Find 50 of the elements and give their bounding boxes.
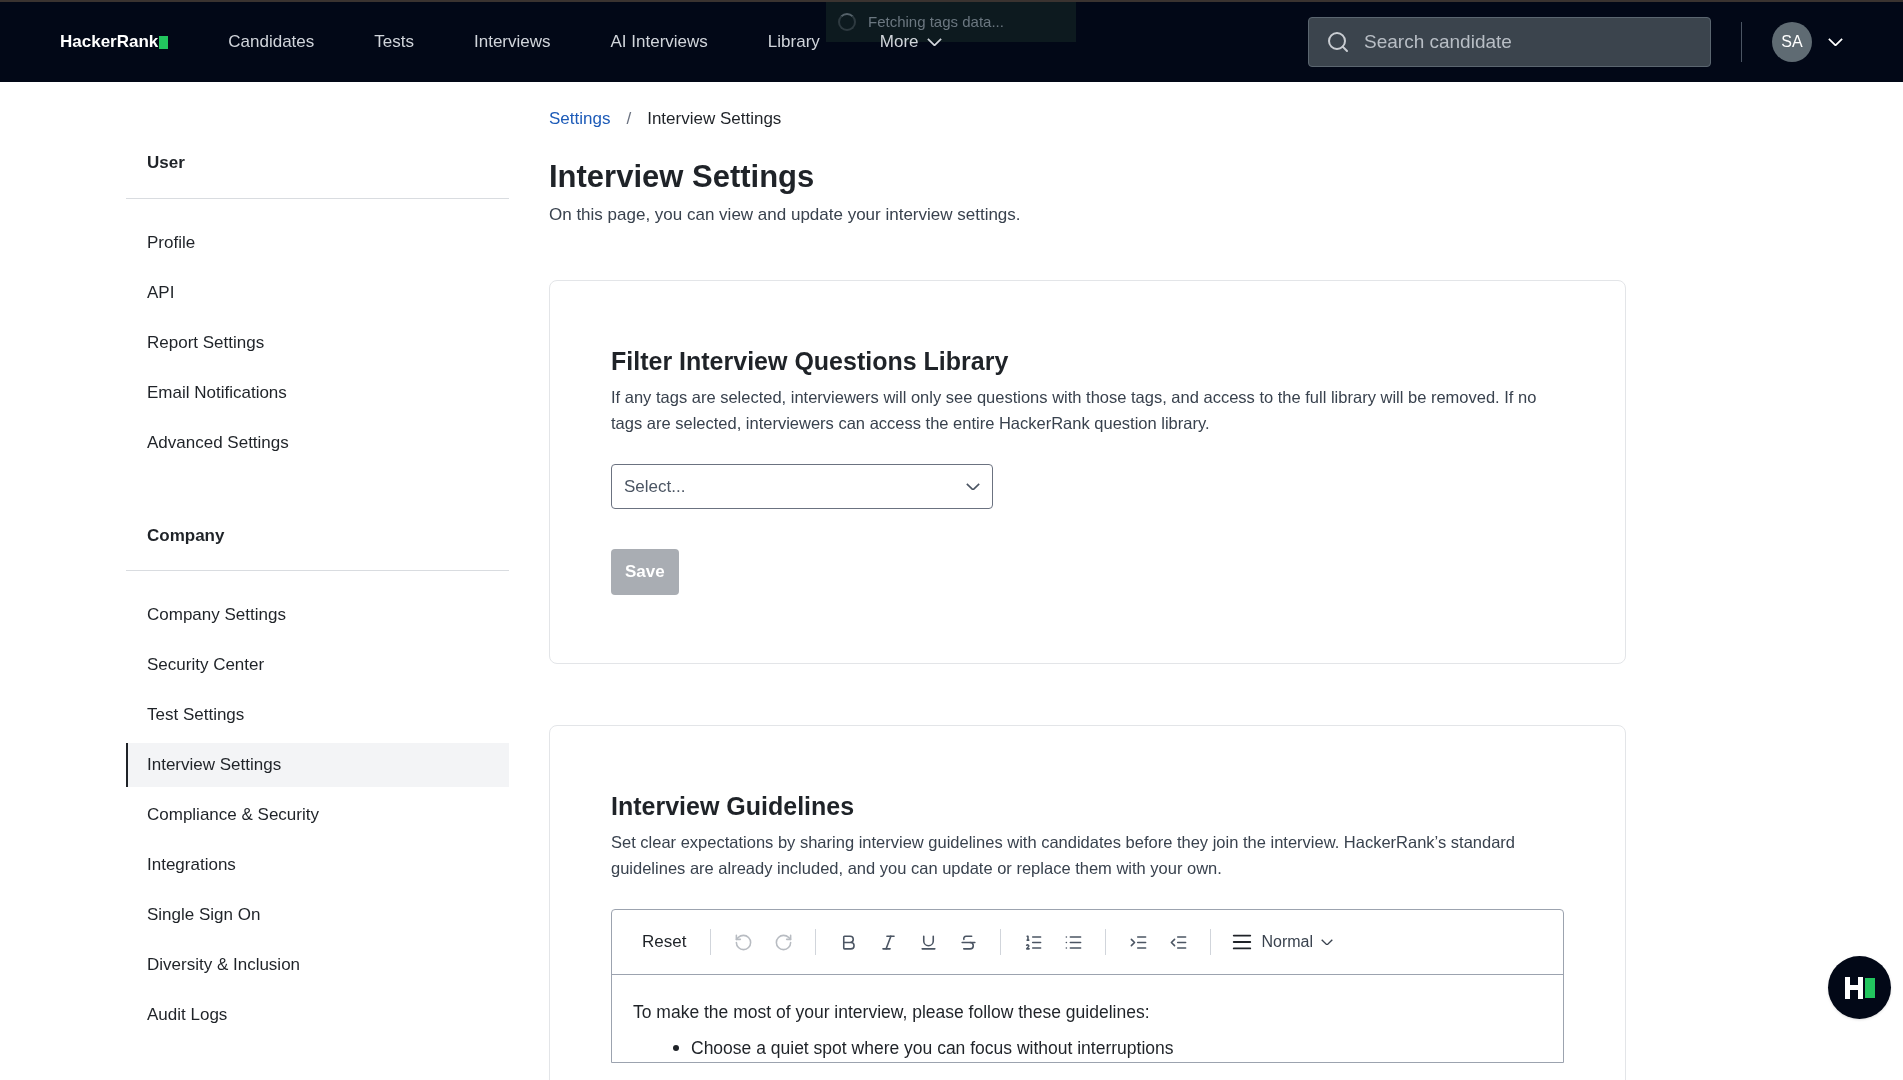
- editor-bullet-text: Choose a quiet spot where you can focus without interruptions: [691, 1037, 1174, 1061]
- editor-text: To make the most of your interview, please follow these guidelines:: [633, 1001, 1151, 1024]
- chevron-down-icon: [966, 482, 980, 491]
- sidebar-item[interactable]: Report Settings: [126, 320, 509, 365]
- sidebar-item[interactable]: Security Center: [126, 643, 509, 687]
- tags-select[interactable]: Select...: [611, 464, 993, 509]
- sidebar-section-title: Company: [126, 522, 509, 571]
- sidebar-item[interactable]: API: [126, 270, 509, 315]
- nav-link[interactable]: AI Interviews: [580, 29, 738, 55]
- page-subtitle: On this page, you can view and update your interview settings.: [549, 204, 1022, 226]
- page-title: Interview Settings: [549, 157, 816, 196]
- bullet-icon: [673, 1045, 679, 1052]
- nav-link[interactable]: Tests: [344, 29, 444, 55]
- sidebar-item[interactable]: Profile: [126, 220, 509, 265]
- sidebar-section-title: User: [126, 150, 509, 199]
- nav-link[interactable]: Candidates: [198, 29, 345, 55]
- sidebar-item[interactable]: Compliance & Security: [126, 793, 509, 837]
- breadcrumb-separator: /: [626, 108, 632, 130]
- logo-square-icon: [159, 35, 169, 49]
- chat-launcher-button[interactable]: [1828, 956, 1891, 1019]
- nav-link[interactable]: Library: [737, 29, 850, 55]
- card-description: Set clear expectations by sharing interview guidelines with candidates before they join the interview. HackerRank’s standard guidelines are already included, and you can update or replace them with your own.: [611, 832, 1517, 879]
- avatar[interactable]: SA: [1772, 22, 1812, 62]
- sidebar-item[interactable]: Integrations: [126, 843, 509, 887]
- logo[interactable]: HackerRank: [60, 29, 169, 55]
- sidebar-item[interactable]: Interview Settings: [126, 743, 509, 787]
- sidebar-item[interactable]: Single Sign On: [126, 893, 509, 937]
- chevron-down-icon: [926, 37, 942, 47]
- search-icon: [1326, 30, 1350, 54]
- card-description: If any tags are selected, interviewers will only see questions with those tags, and access to the full library will be removed. If no tags are selected, interviewers can access the entire HackerRank question library.: [611, 387, 1538, 434]
- sidebar-item[interactable]: Email Notifications: [126, 370, 509, 415]
- breadcrumb-link[interactable]: Settings: [549, 106, 611, 132]
- chevron-down-icon: [1321, 938, 1333, 946]
- text-style-dropdown[interactable]: Normal: [1223, 924, 1341, 960]
- sidebar-item[interactable]: Audit Logs: [126, 993, 509, 1037]
- sidebar-item[interactable]: Advanced Settings: [126, 420, 509, 465]
- reset-button[interactable]: Reset: [630, 924, 699, 960]
- card-title: Interview Guidelines: [611, 790, 856, 822]
- nav-link[interactable]: Interviews: [444, 29, 581, 55]
- search-field[interactable]: Search candidate: [1308, 17, 1711, 67]
- card-title: Filter Interview Questions Library: [611, 345, 1010, 377]
- toast-text: Fetching tags data...: [868, 11, 1004, 32]
- logo-icon: [1844, 976, 1875, 999]
- sidebar-item[interactable]: Company Settings: [126, 593, 509, 637]
- nav-link[interactable]: More: [849, 29, 972, 55]
- sidebar-item[interactable]: Diversity & Inclusion: [126, 943, 509, 987]
- chevron-down-icon: [1828, 37, 1843, 47]
- breadcrumb-current: Interview Settings: [647, 108, 782, 130]
- sidebar-item[interactable]: Test Settings: [126, 693, 509, 737]
- spinner-icon: [838, 13, 856, 31]
